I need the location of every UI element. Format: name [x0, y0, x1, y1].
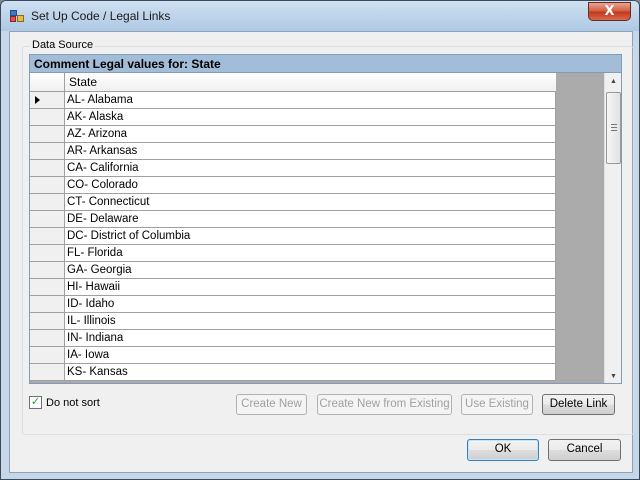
grid-caption: Comment Legal values for: State [30, 55, 621, 73]
dialog-client-area: Data Source Comment Legal values for: St… [9, 31, 634, 473]
grid-header-row: State [30, 73, 556, 92]
row-header[interactable] [30, 262, 65, 279]
row-header[interactable] [30, 177, 65, 194]
scroll-grip [611, 124, 617, 125]
scroll-up-arrow-icon[interactable]: ▲ [605, 73, 621, 90]
window-title: Set Up Code / Legal Links [31, 9, 171, 23]
state-cell[interactable]: GA- Georgia [65, 262, 556, 279]
table-row[interactable]: AZ- Arizona [30, 126, 556, 143]
row-header[interactable] [30, 228, 65, 245]
state-cell[interactable]: AR- Arkansas [65, 143, 556, 160]
state-cell[interactable]: ID- Idaho [65, 296, 556, 313]
close-icon: X [604, 4, 615, 19]
grid-body: State AL- Alabama AK- Alaska AZ- Arizona AR… [30, 73, 605, 383]
row-header[interactable] [30, 279, 65, 296]
row-header[interactable] [30, 330, 65, 347]
row-header[interactable] [30, 364, 65, 381]
table-row[interactable]: ID- Idaho [30, 296, 556, 313]
app-window-icon [10, 10, 24, 22]
cancel-button[interactable]: Cancel [548, 439, 621, 461]
row-header[interactable] [30, 313, 65, 330]
use-existing-button[interactable]: Use Existing [461, 394, 533, 415]
create-new-from-existing-button[interactable]: Create New from Existing [317, 394, 452, 415]
scroll-grip [611, 130, 617, 131]
row-header[interactable] [30, 109, 65, 126]
state-cell[interactable]: IA- Iowa [65, 347, 556, 364]
state-cell[interactable]: CO- Colorado [65, 177, 556, 194]
ok-button[interactable]: OK [467, 439, 539, 461]
table-row[interactable]: CA- California [30, 160, 556, 177]
state-cell[interactable]: AK- Alaska [65, 109, 556, 126]
row-header-corner[interactable] [30, 73, 65, 91]
table-row[interactable]: IA- Iowa [30, 347, 556, 364]
row-header[interactable] [30, 347, 65, 364]
state-cell[interactable]: HI- Hawaii [65, 279, 556, 296]
do-not-sort-option[interactable]: ✓ Do not sort [29, 396, 100, 409]
scroll-down-arrow-icon[interactable]: ▼ [605, 368, 621, 383]
table-row[interactable]: GA- Georgia [30, 262, 556, 279]
table-row[interactable]: FL- Florida [30, 245, 556, 262]
row-header[interactable] [30, 194, 65, 211]
dialog-window: Set Up Code / Legal Links X Data Source … [0, 0, 640, 480]
row-header[interactable] [30, 211, 65, 228]
table-row[interactable]: CT- Connecticut [30, 194, 556, 211]
close-button[interactable]: X [588, 2, 631, 21]
state-cell[interactable]: AZ- Arizona [65, 126, 556, 143]
row-header[interactable] [30, 245, 65, 262]
vertical-scrollbar[interactable]: ▲ ▼ [604, 73, 621, 383]
do-not-sort-checkbox[interactable]: ✓ [29, 396, 42, 409]
table-row[interactable]: HI- Hawaii [30, 279, 556, 296]
column-header-state[interactable]: State [65, 73, 556, 91]
table-row[interactable]: DC- District of Columbia [30, 228, 556, 245]
grid-rows: AL- Alabama AK- Alaska AZ- Arizona AR- Arka… [30, 92, 556, 381]
data-source-legend: Data Source [30, 39, 96, 51]
create-new-button[interactable]: Create New [236, 394, 307, 415]
table-row[interactable]: IN- Indiana [30, 330, 556, 347]
title-bar[interactable]: Set Up Code / Legal Links X [1, 1, 639, 31]
row-header[interactable] [30, 92, 65, 109]
legal-values-grid[interactable]: Comment Legal values for: State State AL… [29, 54, 622, 384]
table-row[interactable]: IL- Illinois [30, 313, 556, 330]
table-row[interactable]: DE- Delaware [30, 211, 556, 228]
table-row[interactable]: AK- Alaska [30, 109, 556, 126]
current-row-arrow-icon [35, 96, 40, 104]
row-header[interactable] [30, 143, 65, 160]
table-row[interactable]: AL- Alabama [30, 92, 556, 109]
row-header[interactable] [30, 296, 65, 313]
table-row[interactable]: KS- Kansas [30, 364, 556, 381]
checkmark-icon: ✓ [30, 396, 41, 408]
row-header[interactable] [30, 126, 65, 143]
do-not-sort-label[interactable]: Do not sort [46, 397, 100, 409]
state-cell[interactable]: IL- Illinois [65, 313, 556, 330]
state-cell[interactable]: DC- District of Columbia [65, 228, 556, 245]
state-cell[interactable]: CT- Connecticut [65, 194, 556, 211]
state-cell[interactable]: FL- Florida [65, 245, 556, 262]
row-header[interactable] [30, 160, 65, 177]
state-cell[interactable]: AL- Alabama [65, 92, 556, 109]
scroll-grip [611, 127, 617, 128]
delete-link-button[interactable]: Delete Link [542, 394, 615, 415]
state-cell[interactable]: IN- Indiana [65, 330, 556, 347]
table-row[interactable]: CO- Colorado [30, 177, 556, 194]
scroll-thumb[interactable] [606, 92, 621, 164]
state-cell[interactable]: DE- Delaware [65, 211, 556, 228]
state-cell[interactable]: KS- Kansas [65, 364, 556, 381]
table-row[interactable]: AR- Arkansas [30, 143, 556, 160]
state-cell[interactable]: CA- California [65, 160, 556, 177]
